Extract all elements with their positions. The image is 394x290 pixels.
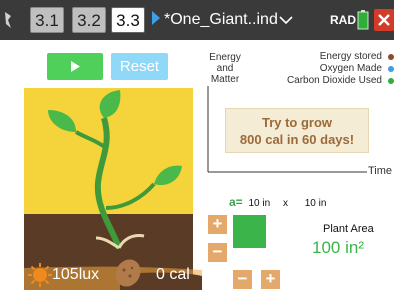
- plant-dimensions: a= 10 in x 10 in: [229, 195, 326, 209]
- play-button[interactable]: [47, 53, 103, 80]
- height-value: 10 in: [304, 198, 327, 209]
- increase-width-button[interactable]: +: [261, 270, 280, 289]
- legend-item: Energy stored: [262, 51, 394, 63]
- reset-button[interactable]: Reset: [111, 53, 168, 80]
- graph-title: Energy and Matter: [209, 52, 241, 85]
- plant-leaf: [154, 165, 182, 186]
- battery-icon: [357, 10, 369, 30]
- close-button[interactable]: [374, 9, 394, 31]
- top-bar: 3.1 3.2 3.3 *One_Giant..ind RAD: [0, 0, 394, 40]
- goal-message: Try to grow 800 cal in 60 days!: [225, 108, 369, 153]
- close-icon: [378, 14, 390, 26]
- plant-stem: [74, 117, 156, 250]
- plant-area-label: Plant Area: [323, 223, 374, 235]
- graph-legend: Energy stored Oxygen Made Carbon Dioxide…: [262, 51, 394, 87]
- legend-label: Carbon Dioxide Used: [286, 75, 382, 86]
- goal-line-2: 800 cal in 60 days!: [239, 132, 355, 147]
- document-arrow-icon: [152, 11, 160, 25]
- calories-readout: 0 cal: [156, 266, 190, 283]
- legend-dot-icon: [388, 66, 394, 72]
- document-title[interactable]: *One_Giant..ind: [164, 7, 278, 33]
- play-icon: [71, 61, 80, 72]
- decrease-height-button[interactable]: −: [208, 243, 227, 262]
- seed-icon: [115, 259, 141, 287]
- legend-item: Oxygen Made: [262, 63, 394, 75]
- legend-dot-icon: [388, 78, 394, 84]
- increase-height-button[interactable]: +: [208, 215, 227, 234]
- tab-3-3[interactable]: 3.3: [111, 7, 145, 33]
- area-symbol: a=: [229, 195, 243, 209]
- plant-leaf: [48, 110, 76, 132]
- sun-icon: [28, 263, 52, 287]
- legend-dot-icon: [388, 54, 394, 60]
- legend-label: Energy stored: [319, 51, 382, 62]
- tab-3-2[interactable]: 3.2: [72, 7, 106, 33]
- legend-label: Oxygen Made: [319, 63, 382, 74]
- decrease-width-button[interactable]: −: [233, 270, 252, 289]
- plant-area-square: [233, 215, 266, 248]
- width-value: 10 in: [248, 198, 271, 209]
- ti-logo-icon: [5, 12, 11, 28]
- plant-roots: [95, 234, 145, 250]
- angle-mode-indicator: RAD: [330, 13, 356, 27]
- x-axis-label: Time: [368, 165, 393, 177]
- light-level-readout: 105lux: [52, 266, 100, 283]
- plant-area-value: 100 in²: [312, 238, 364, 257]
- plant-leaf: [99, 90, 121, 118]
- chevron-down-icon[interactable]: [279, 16, 293, 24]
- plant-illustration: [48, 90, 182, 250]
- tab-3-1[interactable]: 3.1: [30, 7, 64, 33]
- times-symbol: x: [282, 198, 288, 209]
- goal-line-1: Try to grow: [261, 115, 333, 130]
